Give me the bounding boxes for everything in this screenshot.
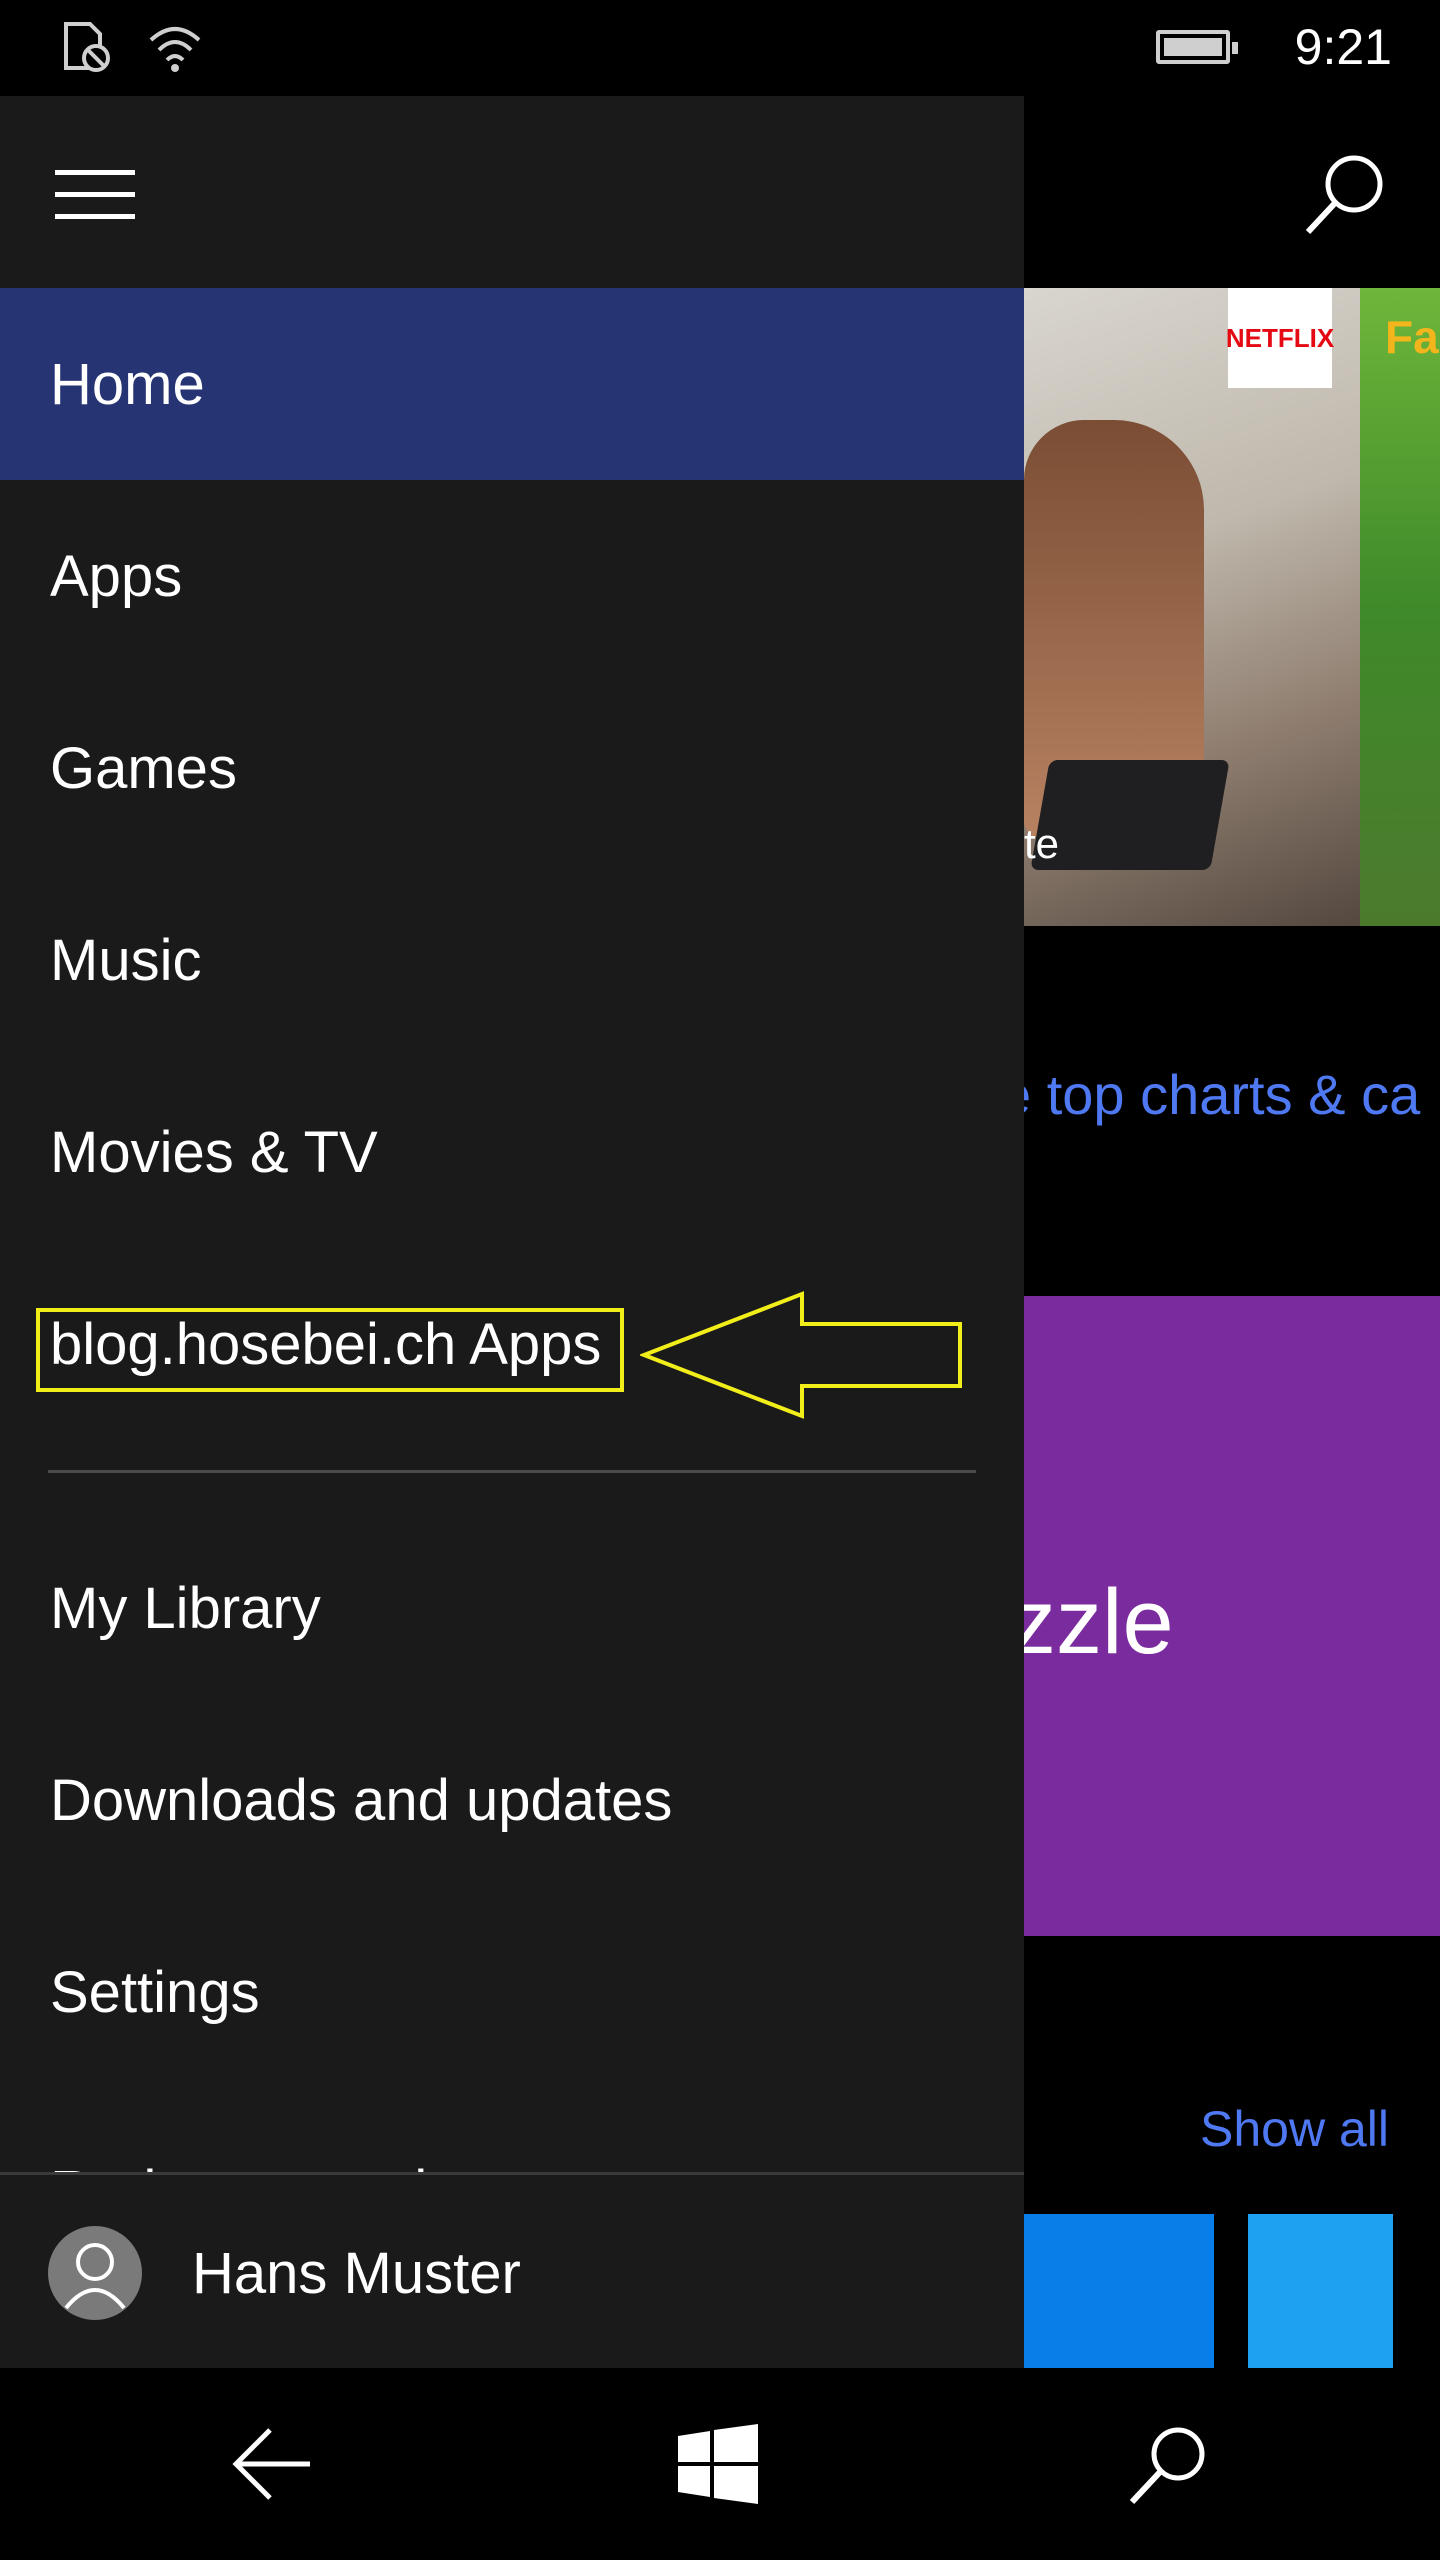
nav-item-label: Apps bbox=[50, 543, 183, 609]
windows-start-icon[interactable] bbox=[678, 2424, 758, 2504]
nav-item-label: My Library bbox=[50, 1575, 321, 1641]
nav-item-label: Movies & TV bbox=[50, 1119, 378, 1185]
no-sim-icon bbox=[64, 22, 110, 72]
annotation-arrow-icon bbox=[640, 1291, 962, 1419]
avatar-icon bbox=[48, 2226, 142, 2320]
back-arrow-icon[interactable] bbox=[230, 2426, 314, 2502]
app-tile[interactable] bbox=[1024, 2214, 1214, 2369]
app-tile[interactable] bbox=[1248, 2214, 1393, 2369]
hero2-title: Fa bbox=[1385, 311, 1439, 363]
nav-item-movies-tv[interactable]: Movies & TV bbox=[0, 1056, 1024, 1248]
hero-banner-2[interactable] bbox=[1360, 288, 1440, 926]
account-name: Hans Muster bbox=[192, 2241, 521, 2306]
status-time: 9:21 bbox=[1294, 19, 1392, 75]
hamburger-menu-icon[interactable] bbox=[55, 170, 135, 220]
promo-tile-title: zzle bbox=[1010, 1571, 1174, 1673]
hero-caption: te bbox=[1024, 820, 1060, 867]
nav-item-home[interactable]: Home bbox=[0, 288, 1024, 480]
search-button-icon[interactable] bbox=[1126, 2422, 1210, 2506]
netflix-logo: NETFLIX bbox=[1226, 288, 1334, 388]
nav-item-label: Games bbox=[50, 735, 237, 801]
wifi-icon bbox=[149, 27, 201, 72]
nav-item-music[interactable]: Music bbox=[0, 864, 1024, 1056]
nav-item-label: Music bbox=[50, 927, 202, 993]
nav-divider bbox=[48, 1470, 976, 1473]
nav-item-downloads[interactable]: Downloads and updates bbox=[0, 1704, 1024, 1896]
battery-icon bbox=[1156, 30, 1238, 64]
nav-item-my-library[interactable]: My Library bbox=[0, 1512, 1024, 1704]
hero-image-tablet bbox=[1030, 760, 1230, 870]
annotation-highlight-box bbox=[36, 1308, 624, 1392]
search-icon[interactable] bbox=[1300, 150, 1390, 240]
top-charts-link[interactable]: e top charts & ca bbox=[1000, 1062, 1420, 1127]
nav-item-label: Home bbox=[50, 351, 205, 417]
nav-item-label: Settings bbox=[50, 1959, 260, 2025]
nav-item-label: Downloads and updates bbox=[50, 1767, 673, 1833]
nav-item-games[interactable]: Games bbox=[0, 672, 1024, 864]
nav-item-settings[interactable]: Settings bbox=[0, 1896, 1024, 2088]
show-all-link[interactable]: Show all bbox=[1200, 2100, 1389, 2158]
nav-item-apps[interactable]: Apps bbox=[0, 480, 1024, 672]
